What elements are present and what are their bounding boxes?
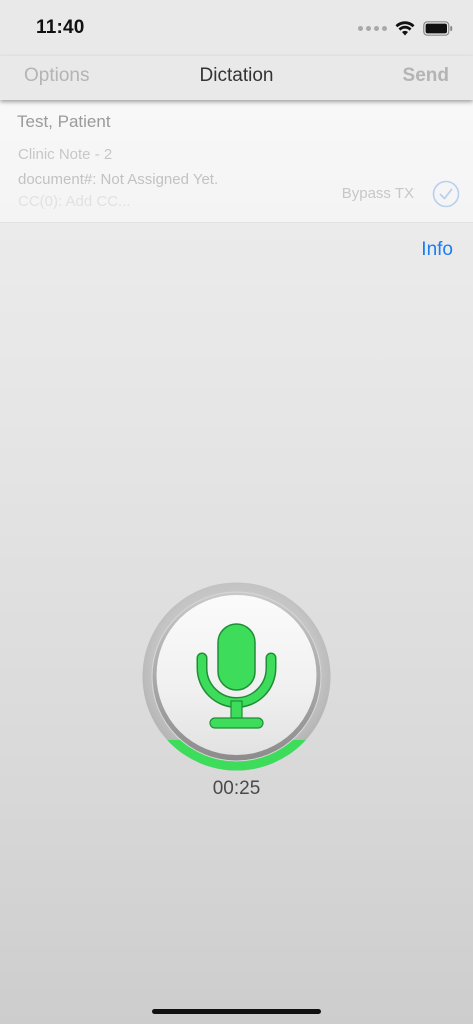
home-indicator[interactable] (152, 1009, 321, 1014)
note-type: Clinic Note - 2 (18, 146, 113, 163)
elapsed-timer: 00:25 (212, 778, 261, 799)
patient-header[interactable]: Test, Patient Clinic Note - 2 document#:… (0, 100, 473, 223)
send-button[interactable]: Send (403, 65, 449, 87)
record-button[interactable] (140, 580, 333, 773)
bypass-tx-label: Bypass TX (341, 185, 414, 202)
status-icons (358, 18, 453, 38)
wifi-icon (395, 20, 415, 35)
document-number: document#: Not Assigned Yet. (18, 171, 219, 188)
navigation-bar: Options Dictation Send (0, 56, 473, 100)
cellular-dots-icon (358, 25, 387, 31)
info-link[interactable]: Info (421, 239, 453, 261)
status-time: 11:40 (36, 17, 85, 38)
patient-name: Test, Patient (17, 112, 111, 131)
battery-icon (423, 20, 453, 36)
add-cc-link[interactable]: CC(0): Add CC... (18, 193, 131, 210)
status-bar: 11:40 (0, 0, 473, 56)
checkmark-circle-icon[interactable] (432, 180, 460, 208)
